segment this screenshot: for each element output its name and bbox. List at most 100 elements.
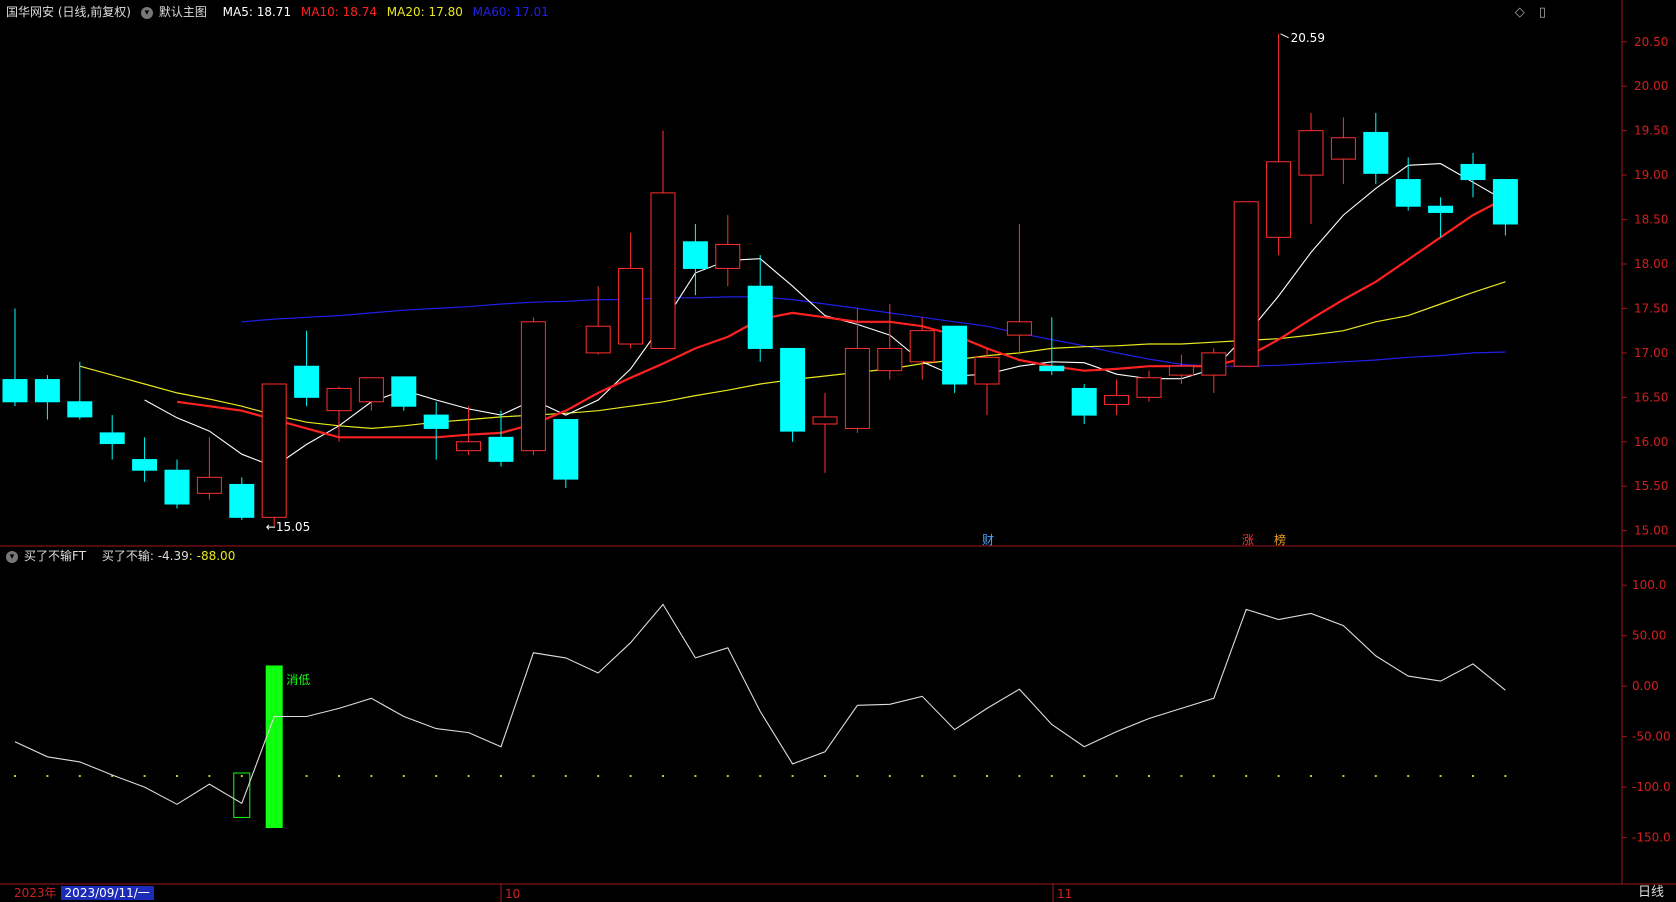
candle-body [1233, 201, 1259, 367]
indicator-dot [791, 775, 794, 778]
kline-chart-svg[interactable]: 20.50 20.00 19.50 19.00 18.50 18.00 17.50 17.00… [0, 0, 1676, 902]
candle-body [553, 419, 579, 480]
indicator-dot [1115, 775, 1118, 778]
candle-body [1104, 395, 1130, 405]
candle-body [1428, 205, 1454, 213]
candle-body [747, 285, 773, 349]
candle-body [164, 469, 190, 505]
month-label-10: 10 [505, 887, 520, 901]
candle-body [1363, 131, 1389, 174]
candle-body [2, 379, 28, 403]
candle-body [812, 416, 838, 425]
ma20-value: MA20: 17.80 [386, 5, 463, 19]
indicator-dot [856, 775, 859, 778]
indicator-label: 买了不输: -4.39 [101, 549, 189, 563]
price-tick-label: 15.00 [1634, 524, 1668, 538]
indicator-dot [1050, 775, 1053, 778]
candle-body [780, 347, 806, 432]
candle-body [1395, 179, 1421, 207]
candle-body [294, 365, 320, 398]
candle-body [326, 387, 352, 412]
candle-body [1168, 365, 1194, 376]
indicator-tick-label: -150.0 [1632, 831, 1671, 845]
ma5-value: MA5: 18.71 [222, 5, 292, 19]
candle-body [715, 243, 741, 269]
candle-body [1201, 352, 1227, 376]
cursor-date[interactable]: 2023/09/11/一 [60, 886, 154, 900]
candle-body [520, 321, 546, 452]
indicator-dot [1245, 775, 1248, 778]
ma60-value: MA60: 17.01 [472, 5, 549, 19]
high-price-label: 20.59 [1291, 31, 1325, 45]
price-tick-label: 16.00 [1634, 435, 1668, 449]
price-tick-label: 19.50 [1634, 124, 1668, 138]
candle-body [196, 476, 222, 494]
chevron-down-icon[interactable]: ▾ [140, 6, 153, 19]
badge-zhang: 涨 [1242, 532, 1254, 547]
candle-body [261, 383, 287, 518]
indicator-dot [1083, 775, 1086, 778]
chevron-down-icon[interactable]: ▾ [6, 550, 18, 563]
indicator-dot [305, 775, 308, 778]
document-icon[interactable]: ▯ [1539, 5, 1546, 20]
price-tick-label: 16.50 [1634, 390, 1668, 404]
indicator-dot [662, 775, 664, 778]
indicator-dot [1439, 775, 1442, 778]
indicator-dot [338, 775, 340, 778]
indicator-dot [1018, 775, 1021, 778]
window-controls: ◇ ▯ [1505, 5, 1546, 20]
indicator-dot [597, 775, 600, 778]
indicator-header: ▾ 买了不输FT 买了不输: -4.39: -88.00 [6, 547, 241, 565]
price-tick-label: 20.00 [1634, 79, 1668, 93]
month-label-11: 11 [1057, 887, 1072, 901]
time-axis: 2023年 2023/09/11/一 [0, 884, 154, 902]
candle-body [1006, 321, 1032, 336]
indicator-dot [1472, 775, 1474, 778]
indicator-dot [532, 775, 535, 778]
indicator-dot [370, 775, 373, 778]
ma60-line [241, 296, 1506, 367]
indicator-name: 买了不输FT [24, 549, 87, 563]
period-label[interactable]: 日线 [1638, 884, 1664, 902]
indicator-dot [1504, 775, 1507, 778]
stock-title: 国华网安 (日线,前复权) [6, 5, 131, 19]
indicator-tick-label: 0.00 [1632, 679, 1659, 693]
main-chart-menu[interactable]: ▾ 默认主图 [140, 5, 213, 19]
candle-body [1298, 130, 1324, 176]
price-tick-label: 19.00 [1634, 168, 1668, 182]
high-arrow-icon [1280, 33, 1289, 39]
indicator-dot [564, 775, 567, 778]
candle-body [423, 414, 449, 429]
candle-body [34, 379, 60, 403]
candle-body [682, 241, 708, 269]
indicator-dot [78, 775, 81, 778]
indicator-dot [953, 775, 956, 778]
ma10-value: MA10: 18.74 [300, 5, 377, 19]
candle-body [1071, 387, 1097, 416]
indicator-menu[interactable]: ▾ 买了不输FT [6, 549, 92, 563]
indicator-dot [759, 775, 762, 778]
indicator-line [14, 603, 1506, 805]
candle-body [99, 432, 125, 445]
indicator-dot [176, 775, 178, 778]
indicator-dot [824, 775, 826, 778]
indicator-dot [240, 775, 243, 778]
indicator-dot [694, 775, 697, 778]
candle-body [488, 436, 514, 462]
indicator-dot [726, 775, 729, 778]
candle-body [1460, 163, 1486, 181]
signal-label: 消低 [286, 673, 310, 687]
year-label: 2023年 [14, 886, 57, 900]
price-tick-label: 20.50 [1634, 35, 1668, 49]
candle-body [650, 192, 676, 349]
indicator-tick-label: -50.00 [1632, 730, 1671, 744]
candle-body [942, 325, 968, 385]
badge-cai: 财 [982, 533, 994, 547]
indicator-dot [921, 775, 924, 778]
indicator-dot [1374, 775, 1377, 778]
diamond-icon[interactable]: ◇ [1515, 5, 1525, 20]
candle-body [1330, 137, 1356, 160]
indicator-dot [1310, 775, 1312, 778]
indicator-dot [402, 775, 405, 778]
indicator-dot [986, 775, 988, 778]
